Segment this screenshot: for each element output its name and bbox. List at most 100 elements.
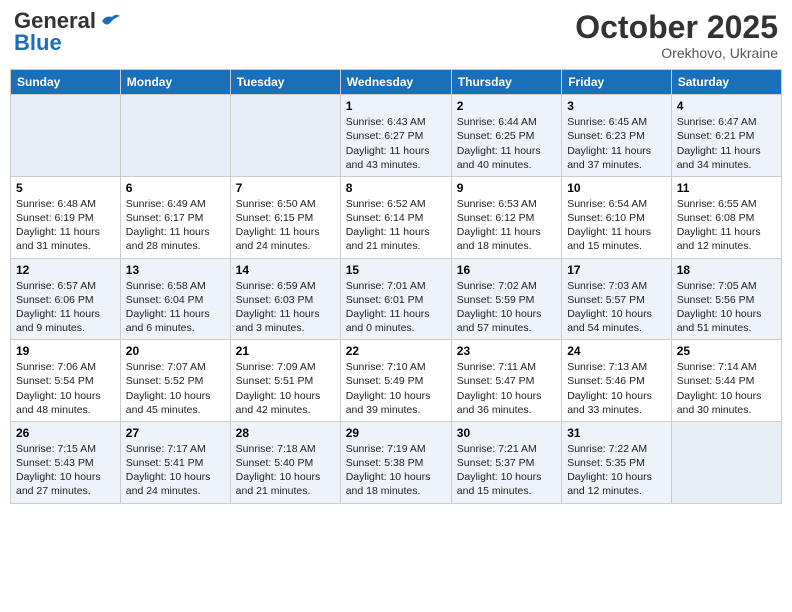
day-info: Sunrise: 7:01 AM Sunset: 6:01 PM Dayligh… [346,279,446,336]
calendar-cell: 24Sunrise: 7:13 AM Sunset: 5:46 PM Dayli… [562,340,672,422]
day-number: 3 [567,99,666,113]
day-info: Sunrise: 6:57 AM Sunset: 6:06 PM Dayligh… [16,279,115,336]
day-number: 1 [346,99,446,113]
day-info: Sunrise: 6:48 AM Sunset: 6:19 PM Dayligh… [16,197,115,254]
calendar-cell: 3 Sunrise: 6:45 AM Sunset: 6:23 PM Daylig… [562,95,672,177]
day-info: Sunrise: 7:02 AM Sunset: 5:59 PM Dayligh… [457,279,556,336]
day-number: 21 [236,344,335,358]
weekday-header-sunday: Sunday [11,70,121,95]
calendar-cell: 26 Sunrise: 7:15 AM Sunset: 5:43 PM Dayli… [11,421,121,503]
calendar-cell: 20 Sunrise: 7:07 AM Sunset: 5:52 PM Dayli… [120,340,230,422]
day-info: Sunrise: 7:10 AM Sunset: 5:49 PM Dayligh… [346,360,446,417]
day-number: 4 [677,99,776,113]
day-number: 20 [126,344,225,358]
day-info: Sunrise: 7:15 AM Sunset: 5:43 PM Dayligh… [16,442,115,499]
calendar-cell: 23Sunrise: 7:11 AM Sunset: 5:47 PM Dayli… [451,340,561,422]
calendar-cell: 22 Sunrise: 7:10 AM Sunset: 5:49 PM Dayli… [340,340,451,422]
calendar-cell: 16 Sunrise: 7:02 AM Sunset: 5:59 PM Dayli… [451,258,561,340]
calendar-cell: 25Sunrise: 7:14 AM Sunset: 5:44 PM Dayli… [671,340,781,422]
weekday-header-thursday: Thursday [451,70,561,95]
weekday-header-wednesday: Wednesday [340,70,451,95]
day-number: 5 [16,181,115,195]
day-number: 6 [126,181,225,195]
day-info: Sunrise: 7:07 AM Sunset: 5:52 PM Dayligh… [126,360,225,417]
calendar-week-row: 12Sunrise: 6:57 AM Sunset: 6:06 PM Dayli… [11,258,782,340]
day-info: Sunrise: 7:22 AM Sunset: 5:35 PM Dayligh… [567,442,666,499]
day-info: Sunrise: 6:53 AM Sunset: 6:12 PM Dayligh… [457,197,556,254]
calendar-cell: 17 Sunrise: 7:03 AM Sunset: 5:57 PM Dayli… [562,258,672,340]
day-info: Sunrise: 7:09 AM Sunset: 5:51 PM Dayligh… [236,360,335,417]
calendar-cell: 9 Sunrise: 6:53 AM Sunset: 6:12 PM Daylig… [451,176,561,258]
day-number: 26 [16,426,115,440]
title-block: October 2025 Orekhovo, Ukraine [575,10,778,61]
day-info: Sunrise: 7:11 AM Sunset: 5:47 PM Dayligh… [457,360,556,417]
calendar-cell: 6 Sunrise: 6:49 AM Sunset: 6:17 PM Daylig… [120,176,230,258]
day-info: Sunrise: 6:58 AM Sunset: 6:04 PM Dayligh… [126,279,225,336]
day-info: Sunrise: 6:45 AM Sunset: 6:23 PM Dayligh… [567,115,666,172]
day-info: Sunrise: 6:49 AM Sunset: 6:17 PM Dayligh… [126,197,225,254]
day-info: Sunrise: 6:43 AM Sunset: 6:27 PM Dayligh… [346,115,446,172]
calendar-cell: 2 Sunrise: 6:44 AM Sunset: 6:25 PM Daylig… [451,95,561,177]
calendar-cell: 19Sunrise: 7:06 AM Sunset: 5:54 PM Dayli… [11,340,121,422]
calendar-header-row: SundayMondayTuesdayWednesdayThursdayFrid… [11,70,782,95]
day-info: Sunrise: 7:14 AM Sunset: 5:44 PM Dayligh… [677,360,776,417]
day-info: Sunrise: 6:47 AM Sunset: 6:21 PM Dayligh… [677,115,776,172]
day-info: Sunrise: 7:21 AM Sunset: 5:37 PM Dayligh… [457,442,556,499]
page-header: General Blue October 2025 Orekhovo, Ukra… [10,10,782,61]
calendar-cell: 8 Sunrise: 6:52 AM Sunset: 6:14 PM Daylig… [340,176,451,258]
calendar-cell: 18Sunrise: 7:05 AM Sunset: 5:56 PM Dayli… [671,258,781,340]
logo: General Blue [14,10,120,54]
day-info: Sunrise: 6:55 AM Sunset: 6:08 PM Dayligh… [677,197,776,254]
day-number: 30 [457,426,556,440]
day-info: Sunrise: 7:17 AM Sunset: 5:41 PM Dayligh… [126,442,225,499]
calendar-cell [120,95,230,177]
weekday-header-monday: Monday [120,70,230,95]
calendar-cell [230,95,340,177]
day-info: Sunrise: 6:44 AM Sunset: 6:25 PM Dayligh… [457,115,556,172]
month-title: October 2025 [575,10,778,45]
calendar-cell: 30 Sunrise: 7:21 AM Sunset: 5:37 PM Dayli… [451,421,561,503]
day-info: Sunrise: 7:19 AM Sunset: 5:38 PM Dayligh… [346,442,446,499]
calendar-cell: 4 Sunrise: 6:47 AM Sunset: 6:21 PM Daylig… [671,95,781,177]
day-info: Sunrise: 6:52 AM Sunset: 6:14 PM Dayligh… [346,197,446,254]
day-number: 8 [346,181,446,195]
calendar-cell: 31Sunrise: 7:22 AM Sunset: 5:35 PM Dayli… [562,421,672,503]
day-number: 9 [457,181,556,195]
calendar-cell: 27 Sunrise: 7:17 AM Sunset: 5:41 PM Dayli… [120,421,230,503]
calendar-cell: 13Sunrise: 6:58 AM Sunset: 6:04 PM Dayli… [120,258,230,340]
day-number: 22 [346,344,446,358]
day-info: Sunrise: 6:50 AM Sunset: 6:15 PM Dayligh… [236,197,335,254]
calendar-cell: 5 Sunrise: 6:48 AM Sunset: 6:19 PM Daylig… [11,176,121,258]
calendar-cell: 12Sunrise: 6:57 AM Sunset: 6:06 PM Dayli… [11,258,121,340]
day-number: 27 [126,426,225,440]
day-info: Sunrise: 6:54 AM Sunset: 6:10 PM Dayligh… [567,197,666,254]
weekday-header-friday: Friday [562,70,672,95]
day-info: Sunrise: 7:18 AM Sunset: 5:40 PM Dayligh… [236,442,335,499]
day-number: 16 [457,263,556,277]
day-info: Sunrise: 7:03 AM Sunset: 5:57 PM Dayligh… [567,279,666,336]
logo-general: General [14,10,96,32]
logo-bird-icon [98,13,120,29]
day-number: 7 [236,181,335,195]
calendar-week-row: 5 Sunrise: 6:48 AM Sunset: 6:19 PM Daylig… [11,176,782,258]
day-number: 29 [346,426,446,440]
logo-blue: Blue [14,32,62,54]
calendar-cell: 11 Sunrise: 6:55 AM Sunset: 6:08 PM Dayli… [671,176,781,258]
day-number: 28 [236,426,335,440]
day-info: Sunrise: 7:05 AM Sunset: 5:56 PM Dayligh… [677,279,776,336]
calendar-cell [11,95,121,177]
day-number: 10 [567,181,666,195]
day-number: 17 [567,263,666,277]
day-info: Sunrise: 7:06 AM Sunset: 5:54 PM Dayligh… [16,360,115,417]
day-number: 14 [236,263,335,277]
day-info: Sunrise: 6:59 AM Sunset: 6:03 PM Dayligh… [236,279,335,336]
calendar-cell [671,421,781,503]
calendar-cell: 28 Sunrise: 7:18 AM Sunset: 5:40 PM Dayli… [230,421,340,503]
location: Orekhovo, Ukraine [575,45,778,61]
calendar-week-row: 19Sunrise: 7:06 AM Sunset: 5:54 PM Dayli… [11,340,782,422]
day-number: 11 [677,181,776,195]
day-number: 2 [457,99,556,113]
calendar-cell: 1 Sunrise: 6:43 AM Sunset: 6:27 PM Daylig… [340,95,451,177]
calendar-cell: 14 Sunrise: 6:59 AM Sunset: 6:03 PM Dayli… [230,258,340,340]
calendar-table: SundayMondayTuesdayWednesdayThursdayFrid… [10,69,782,503]
